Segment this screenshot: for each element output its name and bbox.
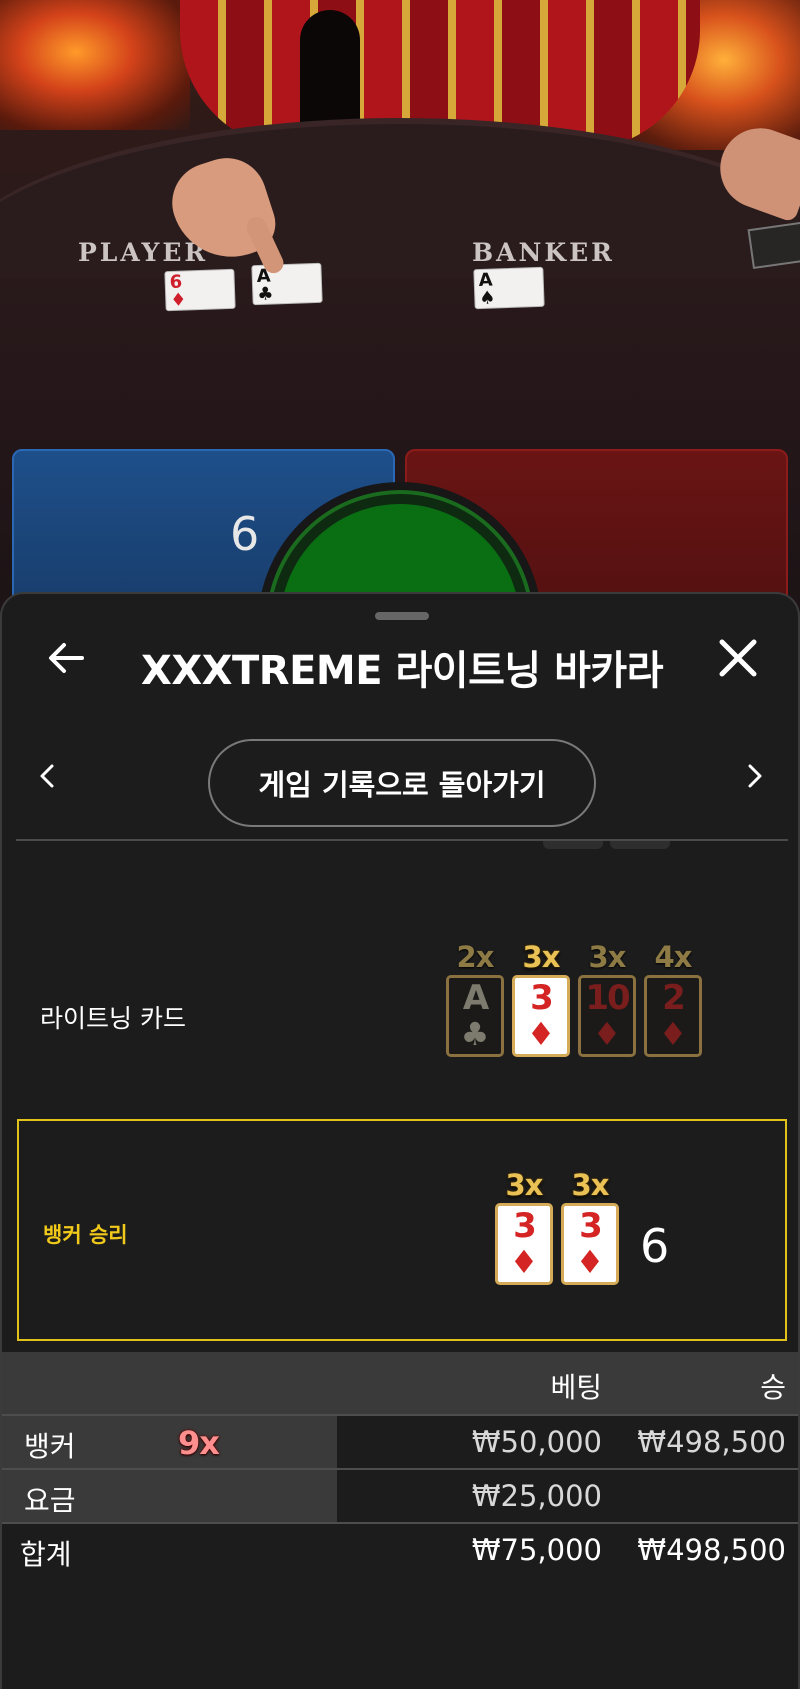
card-rank: 2	[662, 978, 686, 1018]
banker-multiplier-badge: 9x	[178, 1424, 220, 1462]
lightning-card-group: 2x A ♣	[445, 939, 505, 1057]
lightning-multiplier: 4x	[654, 940, 693, 974]
player-card-2: A ♣	[251, 262, 323, 306]
lightning-multiplier: 2x	[456, 940, 495, 974]
bet-summary-table: 베팅 승 뱅커 9x ₩50,000 ₩498,500 요금 ₩25,000 합…	[2, 1352, 798, 1576]
fireplace-left	[0, 0, 190, 130]
lightning-cards-label: 라이트닝 카드	[40, 1004, 186, 1033]
card-shoe	[747, 221, 800, 269]
felt-banker-label: BANKER	[472, 238, 615, 267]
result-label: 뱅커 승리	[43, 1223, 128, 1247]
player-card-2-suit: ♣	[256, 283, 274, 306]
bet-amount: ₩50,000	[471, 1425, 602, 1459]
banker-hand-card: 3 ♦	[495, 1203, 553, 1285]
column-header-bet: 베팅	[550, 1371, 602, 1404]
banker-hand-card: 3 ♦	[561, 1203, 619, 1285]
live-video-feed: PLAYER BANKER 6 ♦ A ♣ A ♠ 6	[0, 0, 800, 610]
card-multiplier: 3x	[505, 1168, 544, 1202]
column-header-win: 승	[760, 1371, 786, 1404]
lightning-card: 10 ♦	[578, 975, 636, 1057]
back-to-game-history-button[interactable]: 게임 기록으로 돌아가기	[208, 739, 596, 827]
sheet-drag-handle[interactable]	[375, 612, 429, 620]
player-card-1: 6 ♦	[164, 268, 236, 312]
lightning-card: A ♣	[446, 975, 504, 1057]
lightning-cards-row: 라이트닝 카드 2x A ♣ 3x 3 ♦ 3x 10 ♦ 4x 2 ♦	[16, 851, 788, 1081]
previous-round-chevron-icon[interactable]	[32, 756, 62, 796]
diamond-suit-icon: ♦	[509, 1243, 539, 1281]
lightning-multiplier: 3x	[522, 940, 561, 974]
banker-hand-card-group: 3x 3 ♦	[494, 1167, 554, 1285]
total-row: 합계 ₩75,000 ₩498,500	[2, 1522, 798, 1576]
player-card-1-suit: ♦	[169, 289, 187, 312]
game-history-sheet: XXXTREME 라이트닝 바카라 게임 기록으로 돌아가기 라이트닝 카드 2…	[0, 592, 800, 1689]
card-rank: 3	[579, 1206, 603, 1246]
tab-stub	[610, 841, 670, 849]
tab-stub	[543, 841, 603, 849]
diamond-suit-icon: ♦	[658, 1015, 688, 1053]
card-rank: A	[462, 978, 489, 1018]
card-rank: 10	[585, 978, 630, 1018]
bet-name: 요금	[24, 1484, 76, 1517]
lightning-card-group: 3x 10 ♦	[577, 939, 637, 1057]
diamond-suit-icon: ♦	[592, 1015, 622, 1053]
banker-hand-card-group: 3x 3 ♦	[560, 1167, 620, 1285]
next-round-chevron-icon[interactable]	[740, 756, 770, 796]
total-bet-amount: ₩75,000	[471, 1533, 602, 1567]
win-amount: ₩498,500	[637, 1425, 786, 1459]
player-score: 6	[230, 507, 260, 561]
banker-card-1-suit: ♠	[478, 287, 496, 310]
banker-card-1: A ♠	[473, 266, 545, 310]
banker-win-result-panel: 뱅커 승리 3x 3 ♦ 3x 3 ♦ 6	[17, 1119, 787, 1341]
table-row: 뱅커 9x ₩50,000 ₩498,500	[2, 1414, 798, 1468]
diamond-suit-icon: ♦	[575, 1243, 605, 1281]
sheet-title: XXXTREME 라이트닝 바카라	[140, 648, 664, 694]
banker-hand-score: 6	[640, 1219, 670, 1273]
lightning-card: 3 ♦	[512, 975, 570, 1057]
bet-name: 뱅커	[24, 1430, 76, 1463]
card-rank: 3	[513, 1206, 537, 1246]
lightning-card-group: 4x 2 ♦	[643, 939, 703, 1057]
felt-player-label: PLAYER	[78, 238, 209, 267]
lightning-card: 2 ♦	[644, 975, 702, 1057]
header-divider	[16, 839, 788, 841]
diamond-suit-icon: ♦	[526, 1015, 556, 1053]
total-win-amount: ₩498,500	[637, 1533, 786, 1567]
table-row: 요금 ₩25,000	[2, 1468, 798, 1522]
card-rank: 3	[530, 978, 554, 1018]
bet-table-header: 베팅 승	[2, 1352, 798, 1414]
lightning-card-group: 3x 3 ♦	[511, 939, 571, 1057]
club-suit-icon: ♣	[460, 1015, 490, 1053]
lightning-multiplier: 3x	[588, 940, 627, 974]
close-icon[interactable]	[714, 634, 762, 682]
total-label: 합계	[20, 1538, 72, 1571]
bet-amount: ₩25,000	[471, 1479, 602, 1513]
card-multiplier: 3x	[571, 1168, 610, 1202]
